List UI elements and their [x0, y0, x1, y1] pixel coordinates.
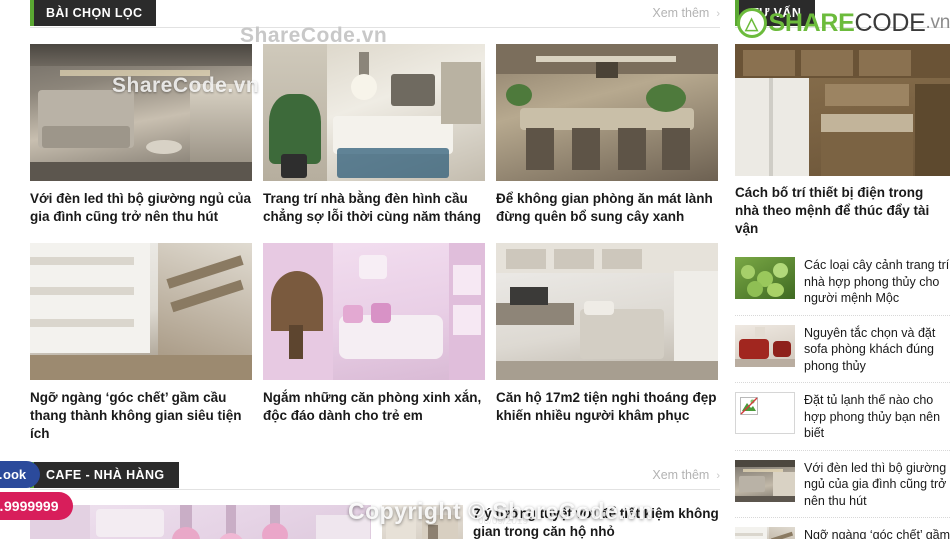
sidebar-lead-title[interactable]: Cách bố trí thiết bị điện trong nhà theo…	[735, 184, 950, 238]
space-saving-thumb[interactable]	[382, 505, 463, 539]
cafe-grid-row: 7 ý tưởng tuyệt vời để tiết kiệm không g…	[30, 505, 720, 539]
list-item-title[interactable]: Ngỡ ngàng ‘góc chết’ gầm cầu thang thành…	[804, 527, 950, 539]
article-title[interactable]: Trang trí nhà bằng đèn hình cầu chẳng sợ…	[263, 190, 485, 226]
under-stairs-thumb[interactable]	[30, 243, 252, 380]
featured-grid-row-1: Với đèn led thì bộ giường ngủ của gia đì…	[30, 44, 720, 226]
sidebar-article-list: Các loại cây cảnh trang trí nhà hợp phon…	[735, 248, 950, 539]
article-card[interactable]: Căn hộ 17m2 tiện nghi thoáng đẹp khiến n…	[496, 243, 718, 443]
list-item[interactable]: Đặt tủ lạnh thế nào cho hợp phong thủy b…	[735, 382, 950, 450]
kids-pink-room-thumb[interactable]	[263, 243, 485, 380]
list-item[interactable]: Ngỡ ngàng ‘góc chết’ gầm cầu thang thành…	[735, 517, 950, 539]
list-item-title[interactable]: Nguyên tắc chọn và đặt sofa phòng khách …	[804, 325, 950, 375]
dining-globe-lamp-thumb[interactable]	[263, 44, 485, 181]
sharecode-logo[interactable]: △ SHARE CODE .vn	[736, 6, 950, 40]
pink-cafe-thumb[interactable]	[30, 505, 371, 539]
article-title[interactable]: Ngắm những căn phòng xinh xắn, độc đáo d…	[263, 389, 485, 425]
logo-share-text: SHARE	[768, 8, 855, 37]
cafe-article-item[interactable]: 7 ý tưởng tuyệt vời để tiết kiệm không g…	[382, 505, 720, 539]
article-title[interactable]: Với đèn led thì bộ giường ngủ của gia đì…	[30, 190, 252, 226]
red-sofa-thumb[interactable]	[735, 324, 795, 367]
article-title[interactable]: Để không gian phòng ăn mát lành đừng quê…	[496, 190, 718, 226]
header-divider	[30, 27, 720, 28]
cafe-section-tag[interactable]: CAFE - NHÀ HÀNG	[30, 462, 179, 488]
small-apartment-thumb[interactable]	[496, 243, 718, 380]
sidebar-column: TƯ VẤN Cách bố trí thiết bị điện trong n…	[735, 0, 950, 539]
list-item[interactable]: Các loại cây cảnh trang trí nhà hợp phon…	[735, 248, 950, 315]
dining-green-thumb[interactable]	[496, 44, 718, 181]
article-title[interactable]: Căn hộ 17m2 tiện nghi thoáng đẹp khiến n…	[496, 389, 718, 425]
cafe-section-header: CAFE - NHÀ HÀNG Xem thêm ›	[30, 462, 720, 492]
green-plant-thumb[interactable]	[735, 257, 795, 299]
logo-glyph: △	[744, 13, 759, 33]
cafe-see-more-label: Xem thêm	[652, 468, 710, 482]
featured-see-more-link[interactable]: Xem thêm ›	[652, 6, 720, 20]
facebook-float-button[interactable]: …ook	[0, 461, 41, 488]
bedroom-led-small-thumb[interactable]	[735, 459, 795, 502]
list-item[interactable]: Với đèn led thì bộ giường ngủ của gia đì…	[735, 449, 950, 518]
article-card[interactable]: Ngắm những căn phòng xinh xắn, độc đáo d…	[263, 243, 485, 443]
logo-tld-text: .vn	[925, 12, 950, 33]
broken-image-icon[interactable]	[735, 392, 795, 434]
phone-float-button[interactable]: …9999999	[0, 492, 73, 520]
bedroom-led-thumb[interactable]	[30, 44, 252, 181]
featured-section-tag[interactable]: BÀI CHỌN LỌC	[30, 0, 157, 26]
featured-see-more-label: Xem thêm	[652, 6, 710, 20]
list-item-title[interactable]: Các loại cây cảnh trang trí nhà hợp phon…	[804, 257, 950, 307]
cafe-article-title[interactable]: 7 ý tưởng tuyệt vời để tiết kiệm không g…	[473, 505, 720, 539]
header-divider	[30, 489, 720, 490]
list-item-title[interactable]: Với đèn led thì bộ giường ngủ của gia đì…	[804, 460, 950, 510]
article-card[interactable]: Để không gian phòng ăn mát lành đừng quê…	[496, 44, 718, 226]
sharecode-logo-icon: △	[736, 8, 767, 38]
logo-code-text: CODE	[854, 8, 926, 37]
page-root: BÀI CHỌN LỌC Xem thêm › Với đèn led thì …	[0, 0, 950, 539]
article-title[interactable]: Ngỡ ngàng ‘góc chết’ gầm cầu thang thành…	[30, 389, 252, 443]
article-card[interactable]: Ngỡ ngàng ‘góc chết’ gầm cầu thang thành…	[30, 243, 252, 443]
featured-section-header: BÀI CHỌN LỌC Xem thêm ›	[30, 0, 720, 30]
list-item[interactable]: Nguyên tắc chọn và đặt sofa phòng khách …	[735, 314, 950, 383]
featured-grid-row-2: Ngỡ ngàng ‘góc chết’ gầm cầu thang thành…	[30, 243, 720, 443]
chevron-right-icon: ›	[716, 470, 720, 482]
under-stairs-small-thumb[interactable]	[735, 527, 795, 539]
sidebar-lead-article[interactable]: Cách bố trí thiết bị điện trong nhà theo…	[735, 44, 950, 238]
article-card[interactable]: Với đèn led thì bộ giường ngủ của gia đì…	[30, 44, 252, 226]
article-card[interactable]: Trang trí nhà bằng đèn hình cầu chẳng sợ…	[263, 44, 485, 226]
list-item-title[interactable]: Đặt tủ lạnh thế nào cho hợp phong thủy b…	[804, 392, 950, 442]
cafe-see-more-link[interactable]: Xem thêm ›	[652, 468, 720, 482]
kitchen-wood-thumb[interactable]	[735, 44, 950, 176]
main-content-column: BÀI CHỌN LỌC Xem thêm › Với đèn led thì …	[30, 0, 720, 539]
chevron-right-icon: ›	[716, 8, 720, 20]
